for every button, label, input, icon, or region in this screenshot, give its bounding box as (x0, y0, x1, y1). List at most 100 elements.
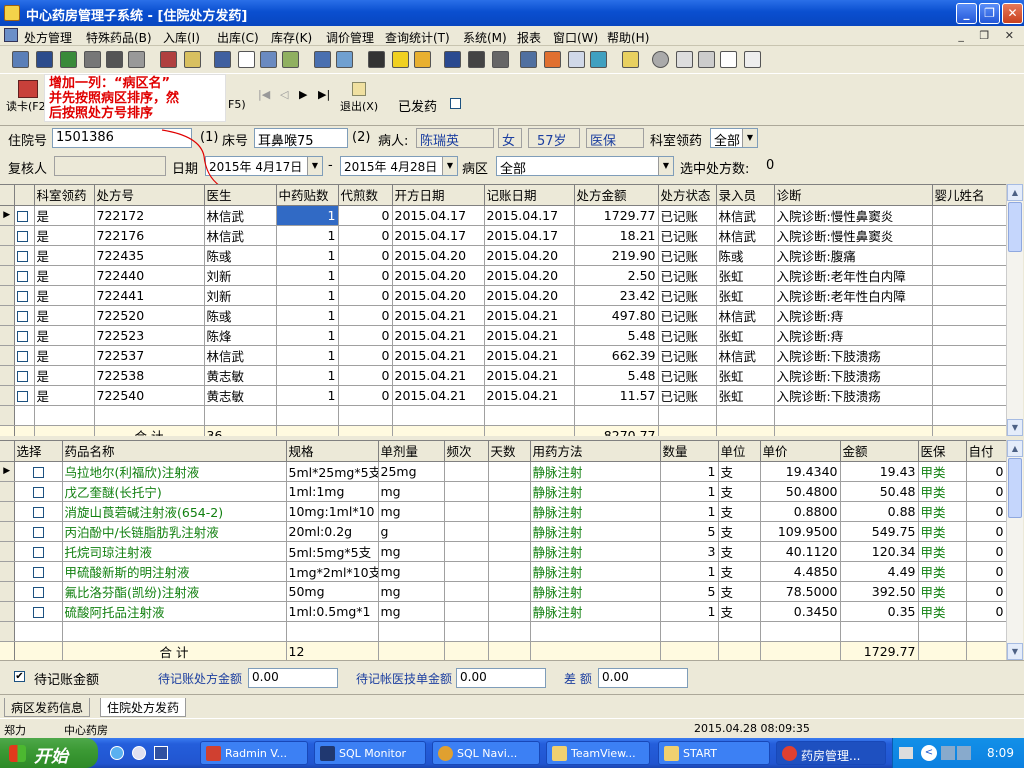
drug-row-checkbox-cell[interactable] (14, 541, 63, 562)
rx-row[interactable]: 是 722176 林信武 1 0 2015.04.17 2015.04.17 18.21 已记账… (0, 225, 1006, 246)
scroll-thumb[interactable] (1008, 202, 1022, 252)
drug-cell[interactable]: 4.49 (840, 561, 919, 582)
menu-item-help[interactable]: 帮助(H) (607, 29, 649, 46)
drug-cell[interactable]: 静脉注射 (530, 561, 661, 582)
toolbar-copy-icon[interactable] (260, 51, 277, 68)
rx-cell[interactable]: 已记账 (658, 205, 717, 226)
rx-header-herbal[interactable]: 中药贴数 (276, 185, 339, 206)
drug-row-checkbox-cell[interactable] (14, 561, 63, 582)
chevron-down-icon[interactable]: ▼ (742, 129, 757, 147)
drug-cell[interactable] (444, 561, 489, 582)
drug-row-checkbox[interactable] (32, 466, 44, 478)
pending-checkbox[interactable]: ✔ (14, 671, 25, 682)
drug-header-selfpay[interactable]: 自付 (966, 441, 1006, 462)
rx-cell[interactable] (932, 305, 1006, 326)
rx-cell[interactable]: 林信武 (716, 225, 775, 246)
rx-cell[interactable]: 1 (276, 265, 339, 286)
toolbar-check-icon[interactable] (60, 51, 77, 68)
task-teamviewer[interactable]: TeamView... (546, 741, 650, 765)
rx-cell[interactable]: 2015.04.21 (484, 345, 575, 366)
rx-cell[interactable]: 陈彧 (204, 245, 277, 266)
drug-cell[interactable]: 50mg (286, 581, 379, 602)
drug-cell[interactable]: 1 (660, 481, 719, 502)
rx-cell[interactable]: 张虹 (716, 325, 775, 346)
drug-cell[interactable]: 5 (660, 521, 719, 542)
drug-cell[interactable]: 1ml:1mg (286, 481, 379, 502)
drug-row-checkbox[interactable] (32, 606, 44, 618)
drug-row[interactable]: 托烷司琼注射液 5ml:5mg*5支 mg 静脉注射 3 支 40.1120 120.34 甲类… (0, 541, 1006, 562)
drug-cell[interactable]: 支 (718, 501, 761, 522)
drug-cell[interactable]: 0 (966, 561, 1006, 582)
drug-row-checkbox-cell[interactable] (14, 461, 63, 482)
ie-icon[interactable] (110, 746, 124, 760)
rx-row-checkbox[interactable] (16, 390, 28, 402)
rx-cell[interactable]: 2015.04.21 (484, 385, 575, 406)
rx-row-checkbox[interactable] (16, 230, 28, 242)
drug-header-select[interactable]: 选择 (14, 441, 63, 462)
rx-cell[interactable]: 2015.04.17 (484, 205, 575, 226)
nav-next-icon[interactable]: ▶ (299, 88, 307, 101)
drug-cell[interactable]: 支 (718, 561, 761, 582)
drug-cell[interactable]: 静脉注射 (530, 541, 661, 562)
rx-row-checkbox-cell[interactable] (14, 325, 35, 346)
drug-cell[interactable]: 0 (966, 481, 1006, 502)
drug-cell[interactable]: 静脉注射 (530, 461, 661, 482)
rx-header-entry[interactable]: 录入员 (716, 185, 775, 206)
drug-cell[interactable] (488, 501, 531, 522)
rx-cell[interactable]: 2015.04.21 (392, 385, 485, 406)
drug-row[interactable]: 硫酸阿托品注射液 1ml:0.5mg*1 mg 静脉注射 1 支 0.3450 0.35 甲类 0 (0, 601, 1006, 622)
drug-header-dose[interactable]: 单剂量 (378, 441, 445, 462)
drug-row-checkbox-cell[interactable] (14, 521, 63, 542)
rx-cell[interactable] (932, 325, 1006, 346)
menu-item-stock-in[interactable]: 入库(I) (163, 29, 200, 46)
drug-row-checkbox-cell[interactable] (14, 601, 63, 622)
drug-cell[interactable]: 甲硫酸新斯的明注射液 (62, 561, 287, 582)
rx-cell[interactable]: 1 (276, 305, 339, 326)
rx-cell[interactable]: 662.39 (574, 345, 659, 366)
drug-row[interactable]: 氟比洛芬酯(凯纷)注射液 50mg mg 静脉注射 5 支 78.5000 392.50 甲类 0 (0, 581, 1006, 602)
rx-cell[interactable]: 219.90 (574, 245, 659, 266)
rx-cell[interactable] (932, 205, 1006, 226)
rx-cell[interactable]: 722435 (94, 245, 205, 266)
rx-cell[interactable]: 陈烽 (204, 325, 277, 346)
toolbar-calc-icon[interactable] (336, 51, 353, 68)
toolbar-tick-icon[interactable] (238, 51, 255, 68)
toolbar-bell-icon[interactable] (392, 51, 409, 68)
task-pharmacy[interactable]: 药房管理... (776, 741, 886, 765)
drug-row[interactable]: 甲硫酸新斯的明注射液 1mg*2ml*10支 mg 静脉注射 1 支 4.4850 4.49 甲… (0, 561, 1006, 582)
rx-cell[interactable]: 18.21 (574, 225, 659, 246)
pending-order-field[interactable]: 0.00 (456, 668, 546, 688)
rx-row-checkbox[interactable] (16, 270, 28, 282)
rx-cell[interactable]: 722523 (94, 325, 205, 346)
f5-button[interactable]: F5) (228, 98, 246, 111)
drug-cell[interactable]: 0 (966, 521, 1006, 542)
close-button[interactable]: ✕ (1002, 3, 1023, 24)
drug-cell[interactable]: 甲类 (918, 581, 967, 602)
drug-cell[interactable]: 1mg*2ml*10支 (286, 561, 379, 582)
rx-cell[interactable]: 0 (338, 385, 393, 406)
rx-header-diagnosis[interactable]: 诊断 (774, 185, 933, 206)
rx-cell[interactable]: 已记账 (658, 385, 717, 406)
rx-header-doctor[interactable]: 医生 (204, 185, 277, 206)
rx-cell[interactable]: 1 (276, 325, 339, 346)
rx-cell[interactable]: 1729.77 (574, 205, 659, 226)
drug-cell[interactable] (488, 581, 531, 602)
rx-cell[interactable] (932, 385, 1006, 406)
drug-cell[interactable]: 20ml:0.2g (286, 521, 379, 542)
rx-row[interactable]: 是 722537 林信武 1 0 2015.04.21 2015.04.21 662.39 已记… (0, 345, 1006, 366)
drug-cell[interactable] (488, 481, 531, 502)
task-start-folder[interactable]: START (658, 741, 770, 765)
toolbar-edit-icon[interactable] (314, 51, 331, 68)
rx-cell[interactable]: 入院诊断:下肢溃疡 (774, 385, 933, 406)
rx-cell[interactable]: 2015.04.20 (484, 285, 575, 306)
drug-cell[interactable]: 托烷司琼注射液 (62, 541, 287, 562)
scroll-up-icon[interactable]: ▲ (1007, 184, 1023, 201)
drug-row[interactable]: 戊乙奎醚(长托宁) 1ml:1mg mg 静脉注射 1 支 50.4800 50.48 甲类 0 (0, 481, 1006, 502)
drug-cell[interactable]: 0 (966, 461, 1006, 482)
drug-header-days[interactable]: 天数 (488, 441, 531, 462)
rx-row-checkbox[interactable] (16, 350, 28, 362)
rx-cell[interactable]: 497.80 (574, 305, 659, 326)
toolbar-bin-icon[interactable] (444, 51, 461, 68)
rx-cell[interactable]: 2015.04.17 (392, 225, 485, 246)
menu-item-query[interactable]: 查询统计(T) (385, 29, 450, 46)
